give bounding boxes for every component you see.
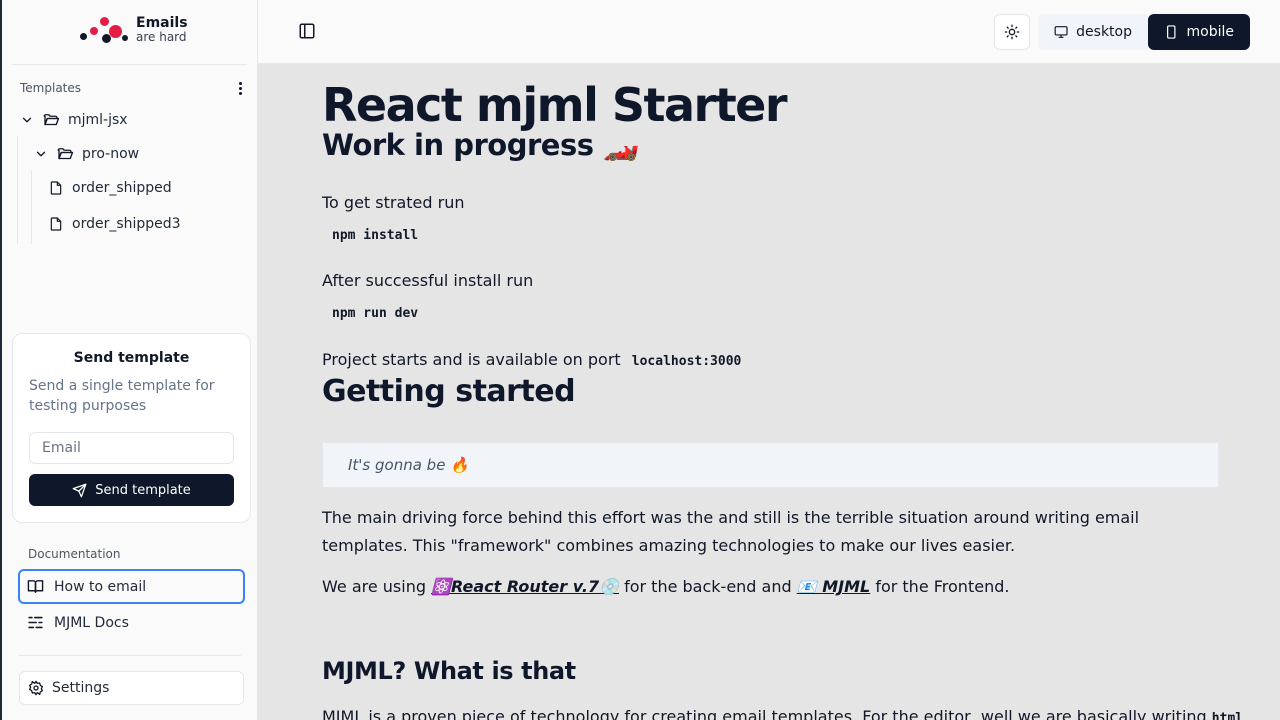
nav-item-label: How to email (54, 578, 147, 595)
brand-line2: are hard (136, 30, 187, 45)
tree-folder-label: mjml-jsx (68, 112, 128, 128)
step1-text: To get strated run (322, 193, 465, 212)
step1-code: npm install (332, 228, 419, 243)
view-desktop-label: desktop (1076, 24, 1132, 40)
view-desktop-button[interactable]: desktop (1038, 14, 1148, 50)
blockquote: It's gonna be 🔥 (322, 442, 1219, 488)
templates-header: Templates (20, 80, 248, 96)
mjml-link[interactable]: 📧 MJML (797, 577, 871, 596)
email-preview: React mjml Starter Work in progress 🏎️ T… (258, 64, 1280, 720)
brand-line1: Emails (136, 15, 188, 32)
templates-label: Templates (20, 81, 82, 95)
tree-file-order-shipped3[interactable]: order_shipped3 (48, 211, 181, 237)
settings-button[interactable]: Settings (19, 671, 244, 705)
step2-code: npm run dev (332, 306, 419, 321)
topbar: desktop mobile (258, 0, 1280, 64)
documentation-label: Documentation (28, 547, 121, 561)
view-mobile-button[interactable]: mobile (1148, 14, 1250, 50)
book-open-icon (27, 580, 44, 593)
divider (12, 64, 247, 65)
brand-logo[interactable]: Emails are hard (78, 14, 188, 46)
preview-title: React mjml Starter (322, 78, 788, 132)
chevron-down-icon (22, 117, 32, 123)
settings-label: Settings (52, 680, 110, 696)
brand-text: Emails are hard (136, 15, 188, 45)
logo-mark-icon (78, 14, 128, 46)
send-template-button-label: Send template (95, 482, 191, 498)
nav-item-mjml-docs[interactable]: MJML Docs (18, 605, 245, 640)
tree-guide-line (17, 136, 18, 244)
using-prefix: We are using (322, 577, 432, 596)
preview-subtitle: Work in progress 🏎️ (322, 128, 639, 162)
send-template-description: Send a single template for testing purpo… (29, 378, 215, 414)
send-icon (72, 483, 87, 497)
divider (19, 655, 241, 656)
using-suffix: for the Frontend. (870, 577, 1010, 596)
disc-icon: 💿 (599, 577, 619, 596)
view-mobile-label: mobile (1186, 24, 1234, 40)
tree-guide-line (31, 170, 32, 244)
tree-folder-label: pro-now (82, 146, 140, 162)
getting-started-heading: Getting started (322, 374, 576, 409)
send-template-button[interactable]: Send template (29, 474, 234, 506)
nav-item-how-to-email[interactable]: How to email (18, 569, 245, 604)
tree-folder-mjml-jsx[interactable]: mjml-jsx (20, 107, 128, 133)
mjml-heading: MJML? What is that (322, 657, 576, 685)
file-icon (50, 181, 62, 195)
send-template-title: Send template (73, 350, 190, 366)
react-router-link[interactable]: ⚛️React Router v.7💿 (431, 577, 619, 596)
react-router-link-label: React Router v.7 (451, 577, 600, 596)
step3-code: localhost:3000 (631, 354, 742, 369)
react-icon: ⚛️ (431, 577, 451, 596)
sun-icon (1004, 24, 1020, 40)
chevron-down-icon (36, 151, 46, 157)
step3-line: Project starts and is available on port … (322, 350, 741, 369)
using-mid: for the back-end and (619, 577, 797, 596)
email-input[interactable] (29, 432, 234, 464)
tree-folder-pro-now[interactable]: pro-now (34, 141, 139, 167)
folder-open-icon (43, 114, 60, 126)
mjml-paragraph: MJML is a proven piece of technology for… (322, 707, 1243, 720)
step3-text: Project starts and is available on port (322, 350, 621, 369)
mjml-paragraph-code: html (1211, 711, 1244, 720)
nav-item-label: MJML Docs (54, 614, 129, 631)
mjml-paragraph-text: MJML is a proven piece of technology for… (322, 707, 1207, 720)
list-icon (28, 616, 43, 629)
tree-file-label: order_shipped3 (72, 216, 181, 232)
theme-toggle-button[interactable] (994, 14, 1030, 50)
sidebar: Emails are hard Templates mjml-jsx pro-n… (0, 0, 258, 720)
send-template-card: Send template Send a single template for… (12, 333, 251, 523)
tree-file-order-shipped[interactable]: order_shipped (48, 175, 172, 201)
blockquote-text: It's gonna be 🔥 (348, 456, 469, 474)
more-options-icon[interactable] (232, 80, 248, 96)
step2-text: After successful install run (322, 271, 534, 290)
using-line: We are using ⚛️React Router v.7💿 for the… (322, 577, 1009, 596)
tree-file-label: order_shipped (72, 180, 172, 196)
gear-icon (29, 680, 43, 696)
intro-paragraph: The main driving force behind this effor… (322, 508, 1140, 555)
mjml-link-label: MJML (822, 577, 871, 596)
sidebar-toggle-icon[interactable] (298, 22, 318, 42)
file-icon (50, 217, 62, 231)
smartphone-icon (1167, 25, 1176, 39)
monitor-icon (1054, 26, 1068, 38)
folder-open-icon (57, 148, 74, 160)
email-icon: 📧 (796, 577, 823, 596)
